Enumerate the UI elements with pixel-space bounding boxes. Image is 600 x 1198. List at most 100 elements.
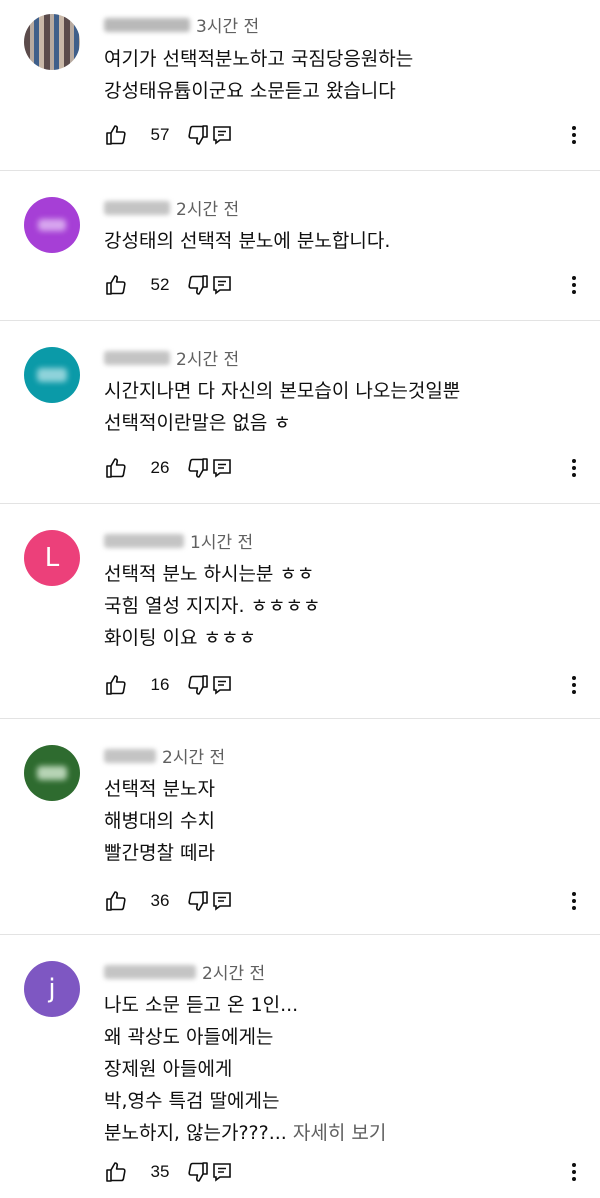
avatar[interactable] bbox=[24, 347, 80, 403]
comment-text: 여기가 선택적분노하고 국짐당응원하는 강성태유튭이군요 소문듣고 왔습니다 bbox=[104, 43, 570, 107]
blurred-username[interactable] bbox=[104, 17, 190, 32]
avatar[interactable] bbox=[24, 745, 80, 801]
comment-text: 나도 소문 듣고 온 1인... 왜 곽상도 아들에게는 장제원 아들에게 박,… bbox=[104, 989, 570, 1149]
blurred-username[interactable] bbox=[104, 200, 170, 215]
comment-actions: 57 bbox=[104, 120, 234, 150]
blurred-username[interactable] bbox=[104, 964, 196, 979]
blurred-username[interactable] bbox=[104, 533, 184, 548]
thumb-down-icon bbox=[188, 125, 208, 145]
reply-icon bbox=[213, 126, 231, 145]
comment-item: 2시간 전 강성태의 선택적 분노에 분노합니다. 52 bbox=[0, 171, 600, 321]
avatar[interactable] bbox=[24, 197, 80, 253]
thumb-down-icon bbox=[188, 458, 208, 478]
thumb-up-icon bbox=[106, 675, 126, 695]
comment-line: 선택적 분노자 bbox=[104, 778, 215, 800]
thumb-up-icon bbox=[106, 891, 126, 911]
more-vert-icon[interactable] bbox=[562, 1160, 586, 1184]
comment-line: 분노하지, 않는가???... bbox=[104, 1122, 287, 1144]
more-vert-icon[interactable] bbox=[562, 273, 586, 297]
dislike-button[interactable] bbox=[186, 889, 210, 913]
avatar-blurred-text bbox=[37, 766, 67, 780]
like-count: 26 bbox=[150, 458, 170, 477]
avatar-letter: j bbox=[48, 974, 56, 1004]
avatar-blurred-text bbox=[37, 368, 67, 382]
blurred-username[interactable] bbox=[104, 748, 156, 763]
thumb-up-icon bbox=[106, 125, 126, 145]
like-button[interactable]: 16 bbox=[104, 673, 186, 697]
more-vert-icon[interactable] bbox=[562, 456, 586, 480]
reply-icon bbox=[213, 676, 231, 695]
reply-button[interactable] bbox=[210, 673, 234, 697]
thumb-up-icon bbox=[106, 275, 126, 295]
more-vert-icon[interactable] bbox=[562, 123, 586, 147]
dislike-button[interactable] bbox=[186, 1160, 210, 1184]
avatar[interactable] bbox=[24, 14, 80, 70]
comment-meta: 2시간 전 bbox=[104, 345, 239, 370]
comment-item: 3시간 전 여기가 선택적분노하고 국짐당응원하는 강성태유튭이군요 소문듣고 … bbox=[0, 0, 600, 171]
timestamp: 2시간 전 bbox=[176, 200, 240, 220]
thumb-down-icon bbox=[188, 891, 208, 911]
thumb-down-icon bbox=[188, 275, 208, 295]
comment-actions: 36 bbox=[104, 886, 234, 916]
reply-button[interactable] bbox=[210, 456, 234, 480]
timestamp: 1시간 전 bbox=[190, 533, 254, 553]
comment-meta: 1시간 전 bbox=[104, 528, 253, 553]
like-button[interactable]: 36 bbox=[104, 889, 186, 913]
comment-line: 왜 곽상도 아들에게는 bbox=[104, 1026, 274, 1048]
avatar-letter: L bbox=[44, 543, 60, 573]
like-button[interactable]: 52 bbox=[104, 273, 186, 297]
comment-text: 선택적 분노 하시는분 ㅎㅎ 국힘 열성 지지자. ㅎㅎㅎㅎ 화이팅 이요 ㅎㅎ… bbox=[104, 558, 570, 654]
reply-button[interactable] bbox=[210, 123, 234, 147]
more-vert-icon[interactable] bbox=[562, 889, 586, 913]
reply-button[interactable] bbox=[210, 273, 234, 297]
timestamp: 3시간 전 bbox=[196, 17, 260, 37]
dislike-button[interactable] bbox=[186, 273, 210, 297]
avatar-blurred-text bbox=[38, 219, 66, 231]
comment-line: 강성태의 선택적 분노에 분노합니다. bbox=[104, 230, 391, 252]
like-count: 16 bbox=[150, 675, 170, 694]
comment-line: 나도 소문 듣고 온 1인... bbox=[104, 994, 299, 1016]
dislike-button[interactable] bbox=[186, 456, 210, 480]
comment-last-line: 분노하지, 않는가???... 자세히 보기 bbox=[104, 1117, 570, 1149]
comment-line: 빨간명찰 떼라 bbox=[104, 842, 215, 864]
like-count: 52 bbox=[150, 275, 170, 294]
comment-actions: 26 bbox=[104, 453, 234, 483]
comment-meta: 3시간 전 bbox=[104, 12, 259, 37]
comment-line: 해병대의 수치 bbox=[104, 810, 215, 832]
thumb-up-icon bbox=[106, 1162, 126, 1182]
like-button[interactable]: 57 bbox=[104, 123, 186, 147]
timestamp: 2시간 전 bbox=[162, 748, 226, 768]
like-button[interactable]: 26 bbox=[104, 456, 186, 480]
reply-button[interactable] bbox=[210, 1160, 234, 1184]
comment-text: 선택적 분노자 해병대의 수치 빨간명찰 떼라 bbox=[104, 773, 570, 869]
reply-icon bbox=[213, 276, 231, 295]
dislike-button[interactable] bbox=[186, 123, 210, 147]
comment-line: 화이팅 이요 ㅎㅎㅎ bbox=[104, 627, 256, 649]
reply-icon bbox=[213, 1163, 231, 1182]
reply-button[interactable] bbox=[210, 889, 234, 913]
reply-icon bbox=[213, 459, 231, 478]
comment-item: 2시간 전 시간지나면 다 자신의 본모습이 나오는것일뿐 선택적이란말은 없음… bbox=[0, 321, 600, 504]
comment-line: 장제원 아들에게 bbox=[104, 1058, 233, 1080]
comment-line: 강성태유튭이군요 소문듣고 왔습니다 bbox=[104, 80, 396, 102]
thumb-down-icon bbox=[188, 1162, 208, 1182]
comment-meta: 2시간 전 bbox=[104, 743, 225, 768]
comment-line: 국힘 열성 지지자. ㅎㅎㅎㅎ bbox=[104, 595, 321, 617]
comment-line: 선택적 분노 하시는분 ㅎㅎ bbox=[104, 563, 315, 585]
comment-actions: 52 bbox=[104, 270, 234, 300]
comment-actions: 16 bbox=[104, 670, 234, 700]
comment-meta: 2시간 전 bbox=[104, 959, 265, 984]
avatar[interactable]: L bbox=[24, 530, 80, 586]
comment-line: 선택적이란말은 없음 ㅎ bbox=[104, 412, 291, 434]
dislike-button[interactable] bbox=[186, 673, 210, 697]
avatar[interactable]: j bbox=[24, 961, 80, 1017]
read-more-link[interactable]: 자세히 보기 bbox=[293, 1122, 386, 1144]
like-button[interactable]: 35 bbox=[104, 1160, 186, 1184]
comment-line: 여기가 선택적분노하고 국짐당응원하는 bbox=[104, 48, 414, 70]
more-vert-icon[interactable] bbox=[562, 673, 586, 697]
comment-meta: 2시간 전 bbox=[104, 195, 239, 220]
timestamp: 2시간 전 bbox=[176, 350, 240, 370]
timestamp: 2시간 전 bbox=[202, 964, 266, 984]
like-count: 36 bbox=[150, 891, 170, 910]
blurred-username[interactable] bbox=[104, 350, 170, 365]
